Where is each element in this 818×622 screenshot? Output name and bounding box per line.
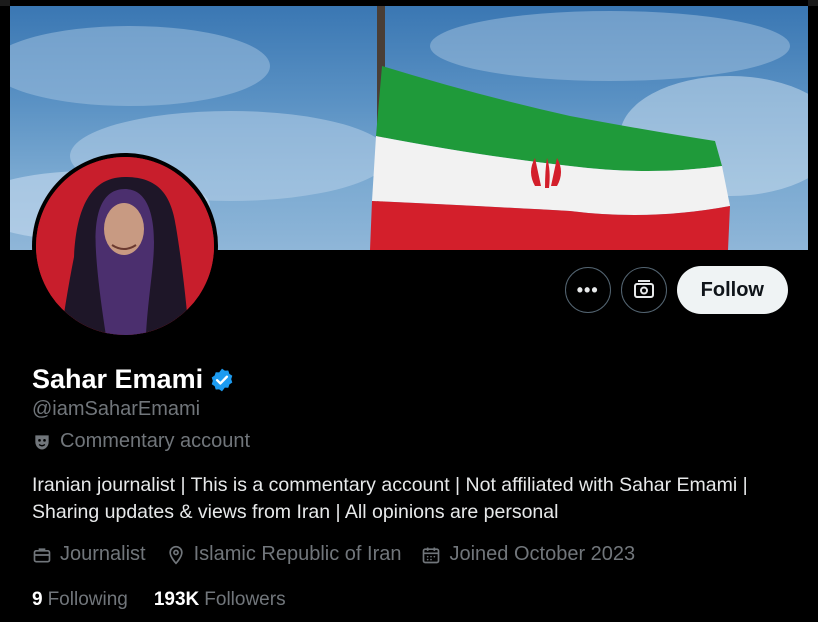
more-icon: ••• bbox=[576, 279, 599, 300]
location-text: Islamic Republic of Iran bbox=[193, 543, 402, 565]
followers-label: Followers bbox=[204, 589, 286, 610]
commentary-text: Commentary account bbox=[60, 430, 251, 452]
profile-name-row: Sahar Emami bbox=[32, 364, 235, 395]
following-link[interactable]: 9 Following bbox=[32, 589, 128, 611]
profile-meta: Journalist Islamic Republic of Iran Join… bbox=[32, 543, 635, 566]
subscribe-button[interactable] bbox=[620, 267, 667, 313]
calendar-icon bbox=[423, 547, 440, 563]
following-count: 9 bbox=[32, 589, 43, 610]
joined-text: Joined October 2023 bbox=[449, 543, 636, 565]
profile-avatar[interactable] bbox=[32, 153, 218, 339]
location-item: Islamic Republic of Iran bbox=[166, 543, 402, 566]
profile-name: Sahar Emami bbox=[32, 364, 204, 394]
profile-handle: @iamSaharEmami bbox=[32, 398, 201, 420]
theater-mask-icon bbox=[35, 434, 49, 449]
commentary-label: Commentary account bbox=[32, 430, 250, 453]
category-text: Journalist bbox=[60, 543, 146, 565]
bio-line: Iranian journalist | This is a commentar… bbox=[32, 474, 748, 496]
verified-badge-icon[interactable] bbox=[209, 367, 235, 393]
profile-page: ••• Follow Sahar Emami @iamSaharEmami Co… bbox=[10, 0, 808, 622]
location-pin-icon bbox=[168, 545, 183, 565]
avatar-portrait-image bbox=[36, 157, 214, 335]
follow-button[interactable]: Follow bbox=[676, 266, 788, 314]
bio-line: Sharing updates & views from Iran | All … bbox=[32, 501, 559, 523]
profile-bio: Iranian journalist | This is a commentar… bbox=[32, 472, 802, 526]
followers-link[interactable]: 193K Followers bbox=[154, 589, 286, 611]
follow-counts: 9 Following 193K Followers bbox=[32, 589, 286, 611]
category-item: Journalist bbox=[32, 543, 146, 566]
following-label: Following bbox=[47, 589, 128, 610]
briefcase-icon bbox=[33, 547, 51, 562]
followers-count: 193K bbox=[153, 589, 200, 610]
subscribe-icon bbox=[633, 280, 654, 298]
more-button[interactable]: ••• bbox=[564, 267, 611, 313]
profile-actions: ••• Follow bbox=[564, 266, 788, 314]
joined-item: Joined October 2023 bbox=[421, 543, 635, 566]
